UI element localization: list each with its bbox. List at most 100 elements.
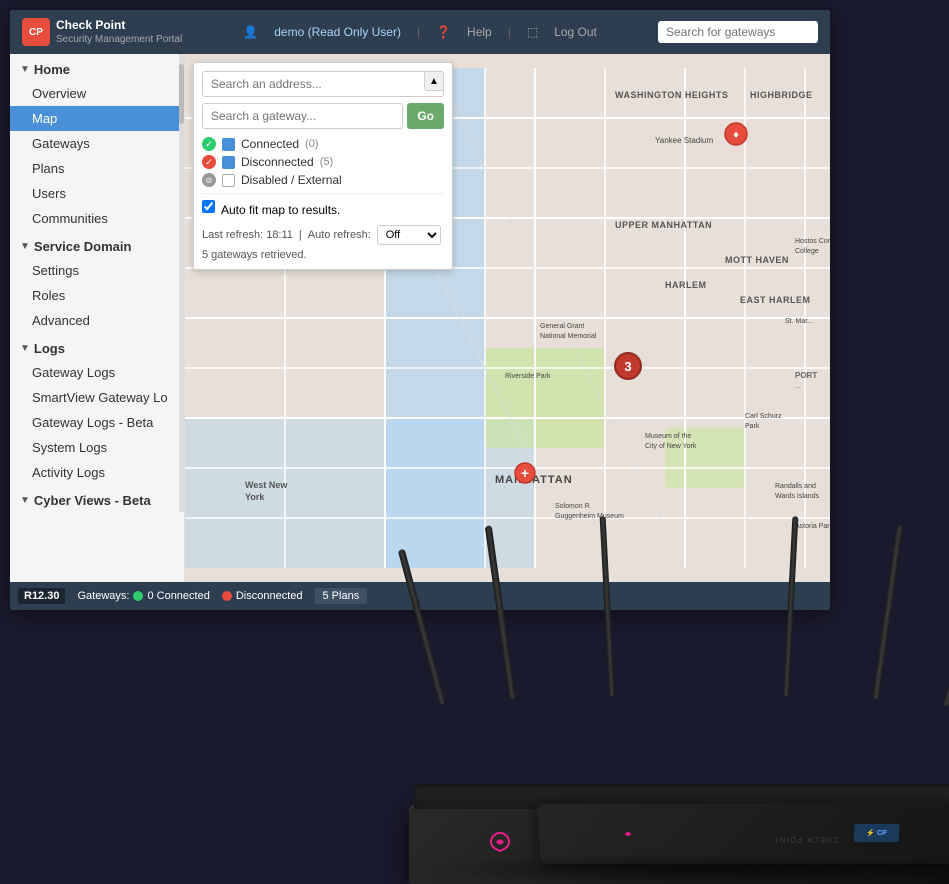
- sidebar-section-cyber-label: Cyber Views - Beta: [34, 493, 151, 508]
- svg-text:St. Mar...: St. Mar...: [785, 318, 813, 325]
- auto-fit-row: Auto fit map to results.: [202, 200, 444, 219]
- disconnected-status-dot: [222, 591, 232, 601]
- sidebar-item-gateway-logs-beta[interactable]: Gateway Logs - Beta: [10, 410, 184, 435]
- disconnected-checkbox[interactable]: [222, 156, 235, 169]
- svg-text:PORT: PORT: [795, 371, 817, 380]
- divider: [202, 193, 444, 194]
- disabled-dot: ⊘: [202, 173, 216, 187]
- auto-refresh-select[interactable]: Off 1 min 5 min 10 min: [377, 225, 441, 245]
- svg-text:West New: West New: [245, 480, 288, 490]
- connected-count: (0): [305, 138, 318, 150]
- svg-text:MOTT HAVEN: MOTT HAVEN: [725, 255, 789, 265]
- antenna-2: [485, 525, 516, 699]
- sidebar-item-advanced[interactable]: Advanced: [10, 308, 184, 333]
- sidebar-item-communities[interactable]: Communities: [10, 206, 184, 231]
- sidebar-item-system-logs[interactable]: System Logs: [10, 435, 184, 460]
- svg-text:HIGHBRIDGE: HIGHBRIDGE: [750, 90, 813, 100]
- sidebar-item-gateways[interactable]: Gateways: [10, 131, 184, 156]
- disconnected-dot: ✓: [202, 155, 216, 169]
- version-badge: R12.30: [18, 588, 65, 604]
- sidebar-section-service-domain[interactable]: ▼ Service Domain: [10, 231, 184, 258]
- svg-text:EAST HARLEM: EAST HARLEM: [740, 295, 811, 305]
- last-refresh-text: Last refresh: 18:11: [202, 229, 293, 241]
- address-search-input[interactable]: [202, 71, 444, 97]
- header: CP Check Point Security Management Porta…: [10, 10, 830, 54]
- logout-icon: ⬚: [527, 25, 538, 39]
- sidebar-item-plans[interactable]: Plans: [10, 156, 184, 181]
- svg-text:College: College: [795, 248, 819, 255]
- gateways-label: Gateways:: [77, 590, 129, 602]
- map-panel: Go ▲ ✓ Connected (0): [193, 62, 453, 270]
- svg-text:Park: Park: [745, 423, 760, 430]
- help-link[interactable]: Help: [467, 25, 492, 39]
- antenna-3: [600, 516, 615, 696]
- connected-status-dot: [133, 591, 143, 601]
- sidebar-section-home[interactable]: ▼ Home: [10, 54, 184, 81]
- plans-tab[interactable]: 5 Plans: [315, 588, 368, 604]
- logo-text: Check Point Security Management Portal: [56, 18, 182, 47]
- svg-text:Yankee Stadium: Yankee Stadium: [655, 136, 713, 145]
- sidebar-section-logs[interactable]: ▼ Logs: [10, 333, 184, 360]
- router2-logo-block: ⚡ CP: [854, 824, 900, 842]
- svg-text:Hostos Community: Hostos Community: [795, 238, 830, 245]
- disabled-label: Disabled / External: [241, 173, 342, 187]
- antenna-4: [783, 516, 798, 696]
- filter-connected: ✓ Connected (0): [202, 137, 444, 151]
- antenna-1: [398, 549, 446, 705]
- sidebar-section-cyber[interactable]: ▼ Cyber Views - Beta: [10, 485, 184, 512]
- gateway-search-row: Go: [202, 103, 444, 129]
- arrow-icon-2: ▼: [20, 241, 30, 252]
- filter-disabled: ⊘ Disabled / External: [202, 173, 444, 187]
- svg-text:National Memorial: National Memorial: [540, 333, 597, 340]
- filter-disconnected: ✓ Disconnected (5): [202, 155, 444, 169]
- sidebar-item-smartview[interactable]: SmartView Gateway Lo: [10, 385, 184, 410]
- svg-text:♦: ♦: [733, 129, 739, 141]
- connected-checkbox[interactable]: [222, 138, 235, 151]
- go-button[interactable]: Go: [407, 103, 444, 129]
- logo-area: CP Check Point Security Management Porta…: [22, 18, 182, 47]
- sidebar-item-overview[interactable]: Overview: [10, 81, 184, 106]
- gateway-search-input[interactable]: [658, 21, 818, 43]
- retrieved-text: 5 gateways retrieved.: [202, 249, 444, 261]
- router-device: ✓ CHECK POINT CHECK POINT ⚡ CP: [409, 444, 949, 884]
- sidebar-item-activity-logs[interactable]: Activity Logs: [10, 460, 184, 485]
- gateways-status: Gateways: 0 Connected: [77, 590, 209, 602]
- svg-text:Riverside Park: Riverside Park: [505, 373, 551, 380]
- svg-text:WASHINGTON HEIGHTS: WASHINGTON HEIGHTS: [615, 90, 728, 100]
- sidebar-section-home-label: Home: [34, 62, 70, 77]
- username: demo (Read Only User): [274, 25, 401, 39]
- svg-text:Museum of the: Museum of the: [645, 433, 691, 440]
- svg-text:UPPER MANHATTAN: UPPER MANHATTAN: [615, 220, 712, 230]
- sidebar-item-settings[interactable]: Settings: [10, 258, 184, 283]
- sidebar-section-logs-label: Logs: [34, 341, 65, 356]
- plans-label: 5 Plans: [323, 590, 360, 602]
- sidebar: ▼ Home Overview Map Gateways Plans Users…: [10, 54, 185, 582]
- router-shadow: [419, 854, 949, 884]
- header-nav: 👤 demo (Read Only User) | ❓ Help | ⬚ Log…: [190, 25, 650, 39]
- svg-text:Carl Schurz: Carl Schurz: [745, 413, 782, 420]
- gateway-filter-input[interactable]: [202, 103, 403, 129]
- sidebar-section-service-domain-label: Service Domain: [34, 239, 132, 254]
- connected-status: 0 Connected: [147, 590, 209, 602]
- connected-dot: ✓: [202, 137, 216, 151]
- sidebar-item-gateway-logs[interactable]: Gateway Logs: [10, 360, 184, 385]
- auto-fit-checkbox[interactable]: [202, 200, 215, 213]
- disconnected-label: Disconnected: [241, 155, 314, 169]
- disconnected-status: Disconnected: [222, 590, 303, 602]
- auto-refresh-label: Auto refresh:: [308, 229, 371, 241]
- sidebar-item-map[interactable]: Map: [10, 106, 184, 131]
- antenna-6: [942, 548, 949, 707]
- disconnected-count: (5): [320, 156, 333, 168]
- sidebar-item-roles[interactable]: Roles: [10, 283, 184, 308]
- svg-text:HARLEM: HARLEM: [665, 280, 707, 290]
- logout-link[interactable]: Log Out: [554, 25, 597, 39]
- sidebar-item-users[interactable]: Users: [10, 181, 184, 206]
- logo-icon: CP: [22, 18, 50, 46]
- arrow-icon-3: ▼: [20, 343, 30, 354]
- connected-label: Connected: [241, 137, 299, 151]
- svg-text:General Grant: General Grant: [540, 323, 584, 330]
- auto-fit-label: Auto fit map to results.: [221, 203, 340, 217]
- user-icon: 👤: [243, 25, 258, 39]
- collapse-button[interactable]: ▲: [424, 71, 444, 91]
- disabled-checkbox[interactable]: [222, 174, 235, 187]
